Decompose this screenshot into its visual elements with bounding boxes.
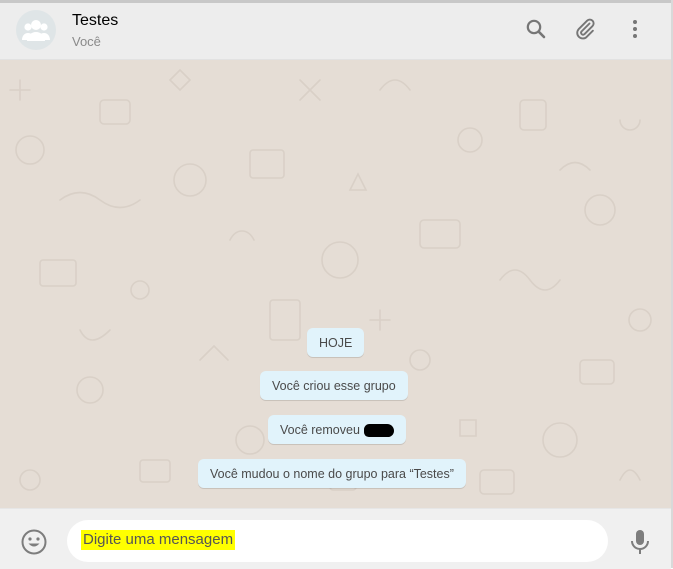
menu-icon: [633, 20, 637, 38]
menu-button[interactable]: [621, 15, 649, 43]
message-composer: Digite uma mensagem: [0, 508, 671, 569]
system-message: Você criou esse grupo: [260, 371, 408, 400]
attach-button[interactable]: [571, 15, 599, 43]
group-avatar-icon: [22, 20, 50, 41]
message-input-container[interactable]: Digite uma mensagem: [67, 520, 608, 562]
emoji-icon: [21, 529, 47, 555]
chat-window: Testes Você HOJE Você criou esse grupo V…: [0, 0, 673, 569]
search-icon: [526, 19, 546, 39]
group-avatar[interactable]: [16, 10, 56, 50]
chat-header: Testes Você: [0, 3, 671, 60]
chat-subtitle: Você: [72, 34, 101, 49]
system-message: Você mudou o nome do grupo para “Testes”: [198, 459, 466, 488]
system-message: Você removeu: [268, 415, 407, 444]
date-divider: HOJE: [307, 328, 365, 357]
mic-icon: [631, 530, 649, 554]
voice-message-button[interactable]: [628, 528, 652, 556]
search-button[interactable]: [522, 15, 550, 43]
attach-icon: [576, 18, 595, 40]
redacted-name: [364, 424, 395, 438]
chat-messages-area[interactable]: HOJE Você criou esse grupo Você removeu …: [0, 60, 671, 508]
chat-title[interactable]: Testes: [72, 12, 118, 30]
system-message-text: Você removeu: [280, 423, 360, 437]
message-input[interactable]: Digite uma mensagem: [81, 530, 236, 550]
emoji-button[interactable]: [20, 528, 48, 556]
